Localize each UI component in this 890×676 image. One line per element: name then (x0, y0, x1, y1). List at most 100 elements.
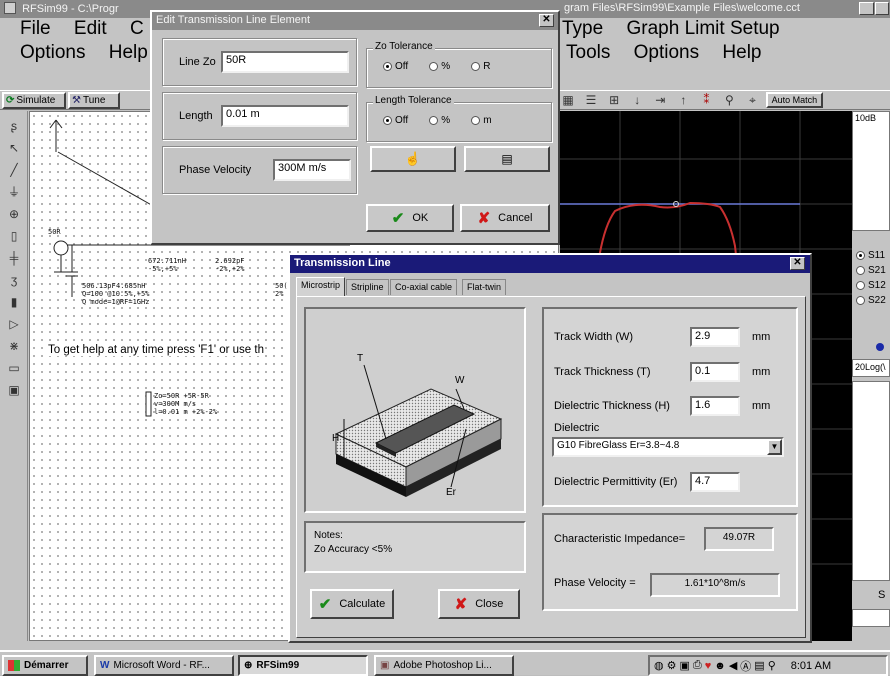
dielectric-permittivity-input[interactable]: 4.7 (690, 472, 740, 492)
maximize-button[interactable] (875, 2, 889, 15)
length-input[interactable]: 0.01 m (221, 105, 349, 127)
menu-file[interactable]: File (20, 18, 51, 39)
tab-stripline[interactable]: Stripline (346, 279, 389, 295)
menu-graph-limit-setup[interactable]: Graph Limit Setup (626, 18, 779, 39)
tline-icon[interactable]: ▮ (6, 291, 22, 313)
tab-coaxial-cable[interactable]: Co-axial cable (390, 279, 458, 295)
menu-help[interactable]: Help (109, 42, 148, 63)
amplifier-icon[interactable]: ▷ (6, 313, 22, 335)
source-icon[interactable]: ⊕ (6, 203, 22, 225)
edit-dialog-close-icon[interactable]: ✕ (539, 14, 554, 27)
rfsim-icon: ⊕ (244, 660, 253, 671)
tline-dialog-close-icon[interactable]: ✕ (790, 257, 805, 270)
taskbar-item-word[interactable]: W Microsoft Word - RF... (94, 655, 234, 676)
zo-tol-r-dot (471, 62, 481, 71)
notepad-button[interactable]: ▤ (464, 146, 550, 172)
menu-options-right[interactable]: Options (634, 42, 699, 63)
block-icon[interactable]: ▭ (6, 357, 22, 379)
notepad-icon: ▤ (501, 152, 513, 166)
wire-icon[interactable]: ʂ (6, 115, 22, 137)
close-button[interactable]: ✘ Close (438, 589, 520, 619)
length-label: Length (179, 110, 213, 122)
track-width-input[interactable]: 2.9 (690, 327, 740, 347)
diagram-label-er: Er (446, 487, 456, 498)
s22-radio-dot (856, 296, 865, 305)
tray-a-icon[interactable]: Ⓐ (740, 658, 751, 674)
units-box[interactable]: 20Log(\ (852, 359, 890, 377)
results-box: Characteristic Impedance= 49.07R Phase V… (542, 513, 798, 611)
radio-s12[interactable]: S12 (856, 279, 886, 292)
calculate-button[interactable]: ✔ Calculate (310, 589, 394, 619)
grid-icon[interactable]: ▦ (561, 93, 575, 107)
notes-text: Zo Accuracy <5% (314, 544, 393, 555)
arrow-down-icon[interactable]: ↓ (630, 93, 644, 107)
pointer-icon[interactable]: ↖ (6, 137, 22, 159)
radio-s22[interactable]: S22 (856, 294, 886, 307)
cancel-button[interactable]: ✘ Cancel (460, 204, 550, 232)
calculator-button[interactable]: ☝ (370, 146, 456, 172)
graph-side-field[interactable] (852, 609, 890, 627)
pin-icon[interactable]: ⌖ (746, 93, 760, 107)
taskbar-item-photoshop-label: Adobe Photoshop Li... (393, 660, 492, 671)
tab-microstrip[interactable]: Microstrip (296, 277, 346, 296)
tray-box-icon[interactable]: ▤ (754, 659, 764, 672)
len-tol-off-radio[interactable]: Off (383, 115, 408, 126)
right-fragment-label: 50( 2% (275, 282, 288, 298)
phase-velocity-input[interactable]: 300M m/s (273, 159, 351, 181)
port-icon[interactable]: ▣ (6, 379, 22, 401)
tray-user-icon[interactable]: ☻ (714, 660, 726, 672)
tray-network-icon[interactable]: ◍ (654, 659, 664, 672)
arrow-up-icon[interactable]: ↑ (676, 93, 690, 107)
menu-tools[interactable]: Tools (566, 42, 610, 63)
calculate-label: Calculate (339, 598, 386, 610)
menu-type[interactable]: Type (562, 18, 603, 39)
radio-s21[interactable]: S21 (856, 264, 886, 277)
zo-tol-off-radio[interactable]: Off (383, 61, 408, 72)
tune-button[interactable]: ⚒ Tune (68, 92, 120, 109)
auto-match-button[interactable]: Auto Match (765, 92, 824, 108)
menu-help-right[interactable]: Help (722, 42, 761, 63)
len-tol-off-label: Off (395, 115, 409, 126)
chart-icon[interactable]: ⊞ (607, 93, 621, 107)
zo-tol-percent-radio[interactable]: % (429, 61, 450, 72)
arrows-in-icon[interactable]: ⇥ (653, 93, 667, 107)
inductor-icon[interactable]: ʒ (6, 269, 22, 291)
tray-heart-icon[interactable]: ♥ (705, 660, 712, 672)
tray-search-icon[interactable]: ⚲ (768, 659, 776, 672)
resistor-icon[interactable]: ▯ (6, 225, 22, 247)
tray-printer-icon[interactable]: ⎙ (693, 659, 702, 672)
start-button[interactable]: Démarrer (2, 655, 88, 676)
menu-c[interactable]: C (130, 18, 144, 39)
simulate-button[interactable]: ⟳ Simulate (2, 92, 66, 109)
table-icon[interactable]: ☰ (584, 93, 598, 107)
len-tol-percent-radio[interactable]: % (429, 115, 450, 126)
ok-button[interactable]: ✔ OK (366, 204, 454, 232)
tray-speaker-icon[interactable]: ◀ (729, 659, 737, 672)
transistor-icon[interactable]: ⋇ (6, 335, 22, 357)
marker-icon[interactable]: ⁑ (699, 93, 713, 107)
taskbar-item-photoshop[interactable]: ▣ Adobe Photoshop Li... (374, 655, 514, 676)
menu-bar-row1-right: Type Graph Limit Setup (562, 18, 798, 40)
minimize-button[interactable] (859, 2, 874, 15)
line-zo-input[interactable]: 50R (221, 51, 349, 73)
zo-tol-r-radio[interactable]: R (471, 61, 490, 72)
s11-radio-dot (856, 251, 865, 260)
tab-flat-twin[interactable]: Flat-twin (462, 279, 507, 295)
menu-options[interactable]: Options (20, 42, 85, 63)
simulate-label: Simulate (16, 95, 56, 106)
menu-edit[interactable]: Edit (74, 18, 107, 39)
dielectric-select[interactable]: G10 FibreGlass Er=3.8~4.8 ▼ (552, 437, 784, 457)
track-thickness-input[interactable]: 0.1 (690, 362, 740, 382)
tray-tools-icon[interactable]: ⚙ (667, 659, 677, 672)
taskbar-item-rfsim99[interactable]: ⊕ RFSim99 (238, 655, 368, 676)
ground-icon[interactable]: ⏚ (6, 181, 22, 203)
len-tol-m-label: m (483, 115, 492, 126)
len-tol-m-radio[interactable]: m (471, 115, 492, 126)
dropdown-arrow-icon[interactable]: ▼ (767, 439, 782, 455)
capacitor-icon[interactable]: ╪ (6, 247, 22, 269)
dielectric-thickness-input[interactable]: 1.6 (690, 396, 740, 416)
zoom-icon[interactable]: ⚲ (722, 93, 736, 107)
line-icon[interactable]: ╱ (6, 159, 22, 181)
tray-monitor-icon[interactable]: ▣ (679, 659, 689, 672)
radio-s11[interactable]: S11 (856, 249, 885, 262)
